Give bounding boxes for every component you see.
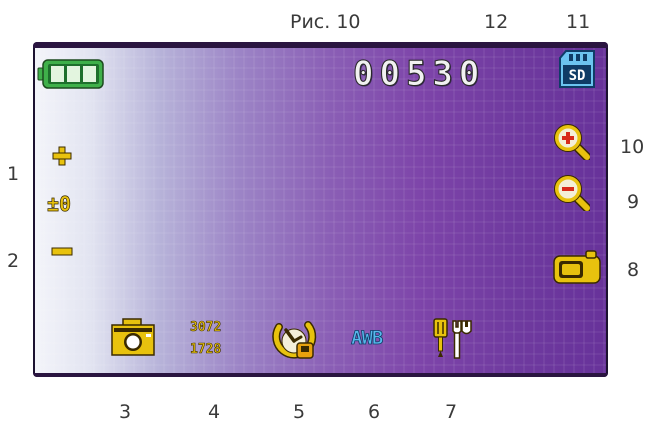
callout-1: 1 <box>7 163 20 185</box>
screen-top-bezel <box>33 42 608 48</box>
shot-counter: 00530 <box>352 54 486 95</box>
callout-10: 10 <box>620 136 645 158</box>
camera-lcd-screen: 00530 SD ±0 3072 1728 AWB <box>33 42 608 377</box>
callout-9: 9 <box>627 191 640 213</box>
callout-3: 3 <box>119 401 132 421</box>
callout-2: 2 <box>7 250 20 272</box>
plus-icon <box>52 146 72 166</box>
camera-mode-icon <box>553 250 601 284</box>
resolution-width: 3072 <box>190 320 222 335</box>
battery-full-icon <box>37 59 104 89</box>
zoom-out-icon[interactable] <box>554 175 590 211</box>
callout-7: 7 <box>445 401 458 421</box>
sd-card-label: SD <box>569 68 586 84</box>
settings-tools-icon[interactable] <box>429 317 481 361</box>
figure-caption: Рис. 10 <box>290 11 361 33</box>
callout-11: 11 <box>566 11 591 33</box>
zoom-in-icon[interactable] <box>554 124 590 160</box>
screen-bottom-bezel <box>33 373 608 377</box>
self-timer-icon <box>272 321 317 359</box>
white-balance-indicator: AWB <box>351 327 384 349</box>
exposure-value: ±0 <box>47 192 72 216</box>
callout-8: 8 <box>627 259 640 281</box>
sd-card-icon: SD <box>559 50 595 88</box>
callout-5: 5 <box>293 401 306 421</box>
callout-6: 6 <box>368 401 381 421</box>
callout-4: 4 <box>208 401 221 421</box>
photo-camera-icon <box>111 318 155 356</box>
figure: Рис. 10 12 11 10 9 8 1 2 3 4 5 6 7 00530 <box>0 0 650 421</box>
minus-icon <box>51 247 73 256</box>
resolution-height: 1728 <box>190 342 222 357</box>
callout-12: 12 <box>484 11 509 33</box>
